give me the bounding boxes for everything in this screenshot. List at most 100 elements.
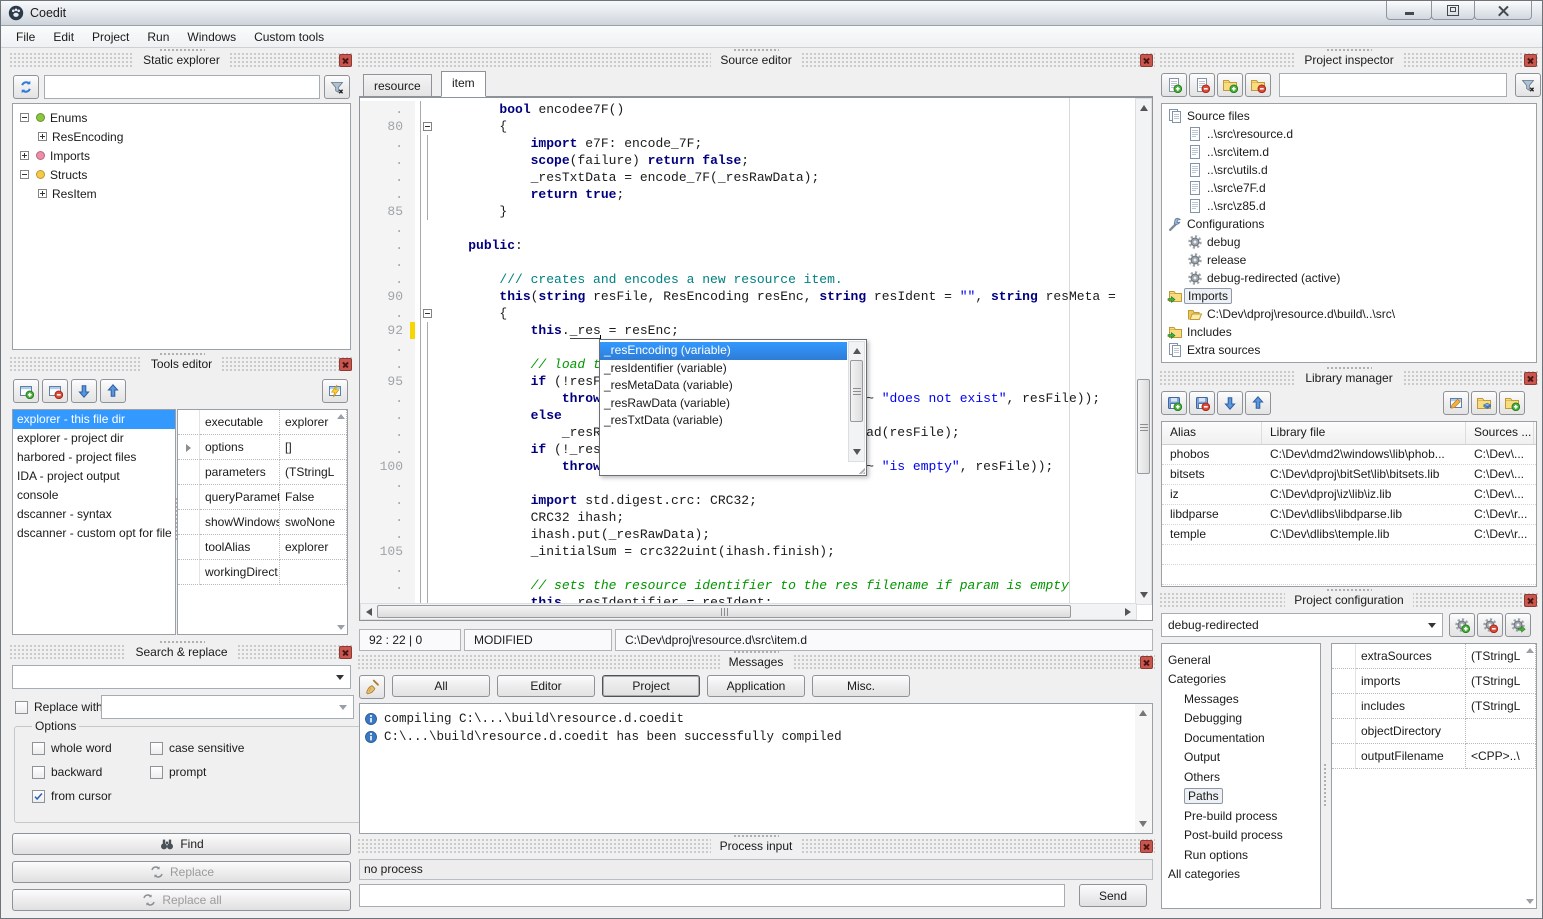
code-line[interactable]: . (360, 475, 1135, 492)
collapse-icon[interactable] (20, 113, 29, 122)
fold-margin[interactable] (415, 254, 437, 271)
fold-margin[interactable] (415, 288, 437, 305)
code-line[interactable]: 85 } (360, 203, 1135, 220)
scroll-up-icon[interactable] (853, 348, 861, 354)
add-tool-button[interactable] (13, 379, 39, 403)
replace-term-combo[interactable] (101, 695, 354, 719)
close-button[interactable] (1474, 1, 1532, 20)
tab-resource[interactable]: resource (363, 74, 432, 97)
clear-filter-button[interactable] (1515, 73, 1541, 97)
project-tree-item-includes[interactable]: Includes (1162, 323, 1536, 341)
checkbox-case-sensitive[interactable]: case sensitive (150, 741, 363, 755)
property-row[interactable]: workingDirect (178, 560, 347, 585)
close-panel-icon[interactable] (339, 358, 352, 371)
property-row[interactable]: executableexplorer (178, 410, 347, 435)
fold-margin[interactable] (415, 526, 437, 543)
code-line[interactable]: 80 { (360, 118, 1135, 135)
property-row[interactable]: objectDirectory (1332, 719, 1536, 744)
inspector-filter-input[interactable] (1279, 73, 1507, 97)
scroll-down-icon[interactable] (853, 449, 861, 455)
property-row[interactable]: includes(TStringL (1332, 694, 1536, 719)
project-tree-item-src-z85-d[interactable]: ..\src\z85.d (1162, 197, 1536, 215)
property-value[interactable]: [] (280, 435, 347, 460)
project-tree-item-debug-redirected-active[interactable]: debug-redirected (active) (1162, 269, 1536, 287)
code-line[interactable]: . // sets the resource identifier to the… (360, 577, 1135, 594)
checkbox-prompt[interactable]: prompt (150, 765, 363, 779)
property-row[interactable]: toolAliasexplorer (178, 535, 347, 560)
popup-resize-grip[interactable] (852, 461, 865, 474)
project-tree-item-src-resource-d[interactable]: ..\src\resource.d (1162, 125, 1536, 143)
menu-item-run[interactable]: Run (138, 28, 178, 46)
project-tree-item-c-dev-dproj-resource-d-build-src[interactable]: C:\Dev\dproj\resource.d\build\..\src\ (1162, 305, 1536, 323)
close-panel-icon[interactable] (1140, 656, 1153, 669)
scroll-up-icon[interactable] (337, 414, 345, 419)
property-value[interactable]: (TStringL (1466, 694, 1536, 719)
library-row[interactable]: libdparseC:\Dev\dlibs\libdparse.libC:\De… (1162, 505, 1536, 525)
menu-item-project[interactable]: Project (83, 28, 138, 46)
tree-item-structs[interactable]: Structs (13, 165, 350, 184)
property-row[interactable]: outputFilename<CPP>..\ (1332, 744, 1536, 769)
scroll-up-icon[interactable] (1526, 648, 1534, 653)
expand-icon[interactable] (20, 151, 29, 160)
fold-margin[interactable] (415, 339, 437, 356)
property-value[interactable]: (TStringL (280, 460, 347, 485)
splitter-grip[interactable] (1326, 366, 1372, 370)
project-tree-item-extra-sources[interactable]: Extra sources (1162, 341, 1536, 359)
fold-margin[interactable] (415, 186, 437, 203)
message-tab-application[interactable]: Application (707, 675, 805, 697)
menu-item-custom-tools[interactable]: Custom tools (245, 28, 333, 46)
scroll-left-icon[interactable] (366, 608, 372, 616)
project-tree-item-configurations[interactable]: Configurations (1162, 215, 1536, 233)
fold-margin[interactable] (415, 543, 437, 560)
property-value[interactable]: explorer (280, 535, 347, 560)
code-editor[interactable]: . bool encodee7F()80 {. import e7F: enco… (359, 97, 1153, 621)
splitter-grip-vertical[interactable] (1323, 763, 1327, 807)
run-tool-button[interactable] (322, 379, 348, 403)
library-row[interactable]: templeC:\Dev\dlibs\temple.libC:\Dev\r... (1162, 525, 1536, 545)
code-line[interactable]: . (360, 560, 1135, 577)
fold-margin[interactable] (415, 373, 437, 390)
category-debugging[interactable]: Debugging (1162, 709, 1320, 729)
expand-icon[interactable] (38, 132, 47, 141)
symbol-filter-input[interactable] (44, 75, 320, 99)
expand-right-icon[interactable] (186, 444, 191, 452)
completion-item[interactable]: _resIdentifier (variable) (600, 360, 847, 378)
fold-margin[interactable] (415, 203, 437, 220)
category-categories[interactable]: Categories (1162, 670, 1320, 690)
message-tab-misc[interactable]: Misc. (812, 675, 910, 697)
messages-scrollbar[interactable] (1135, 704, 1152, 833)
scroll-down-icon[interactable] (1139, 821, 1147, 827)
tree-item-enums[interactable]: Enums (13, 108, 350, 127)
popup-scrollbar[interactable] (848, 341, 865, 462)
code-line[interactable]: . { (360, 305, 1135, 322)
category-post-build-process[interactable]: Post-build process (1162, 826, 1320, 846)
editor-horizontal-scrollbar[interactable] (360, 603, 1137, 620)
splitter-grip[interactable] (159, 640, 205, 644)
project-tree-item-release[interactable]: release (1162, 251, 1536, 269)
send-button[interactable]: Send (1079, 884, 1147, 907)
scroll-up-icon[interactable] (1139, 710, 1147, 716)
move-library-up-button[interactable] (1245, 391, 1271, 415)
fold-margin[interactable] (415, 577, 437, 594)
add-library-button[interactable] (1161, 391, 1187, 415)
tree-item-imports[interactable]: Imports (13, 146, 350, 165)
code-line[interactable]: . ihash.put(_resRawData); (360, 526, 1135, 543)
close-panel-icon[interactable] (1140, 54, 1153, 67)
add-source-button[interactable] (1161, 73, 1187, 97)
message-row[interactable]: compiling C:\...\build\resource.d.coedit (360, 710, 1152, 728)
unchecked-checkbox[interactable] (32, 766, 45, 779)
remove-library-button[interactable] (1189, 391, 1215, 415)
tool-list-item[interactable]: console (13, 486, 175, 505)
category-documentation[interactable]: Documentation (1162, 728, 1320, 748)
code-line[interactable]: . scope(failure) return false; (360, 152, 1135, 169)
splitter-grip[interactable] (733, 48, 779, 52)
collapse-icon[interactable] (20, 170, 29, 179)
fold-margin[interactable] (415, 220, 437, 237)
checkbox-backward[interactable]: backward (32, 765, 150, 779)
tool-list-item[interactable]: explorer - this file dir (13, 410, 175, 429)
add-library-folder-button[interactable] (1499, 391, 1525, 415)
unchecked-checkbox[interactable] (150, 742, 163, 755)
completion-item[interactable]: _resRawData (variable) (600, 395, 847, 413)
tool-list-item[interactable]: dscanner - syntax (13, 505, 175, 524)
property-value[interactable] (280, 560, 347, 585)
